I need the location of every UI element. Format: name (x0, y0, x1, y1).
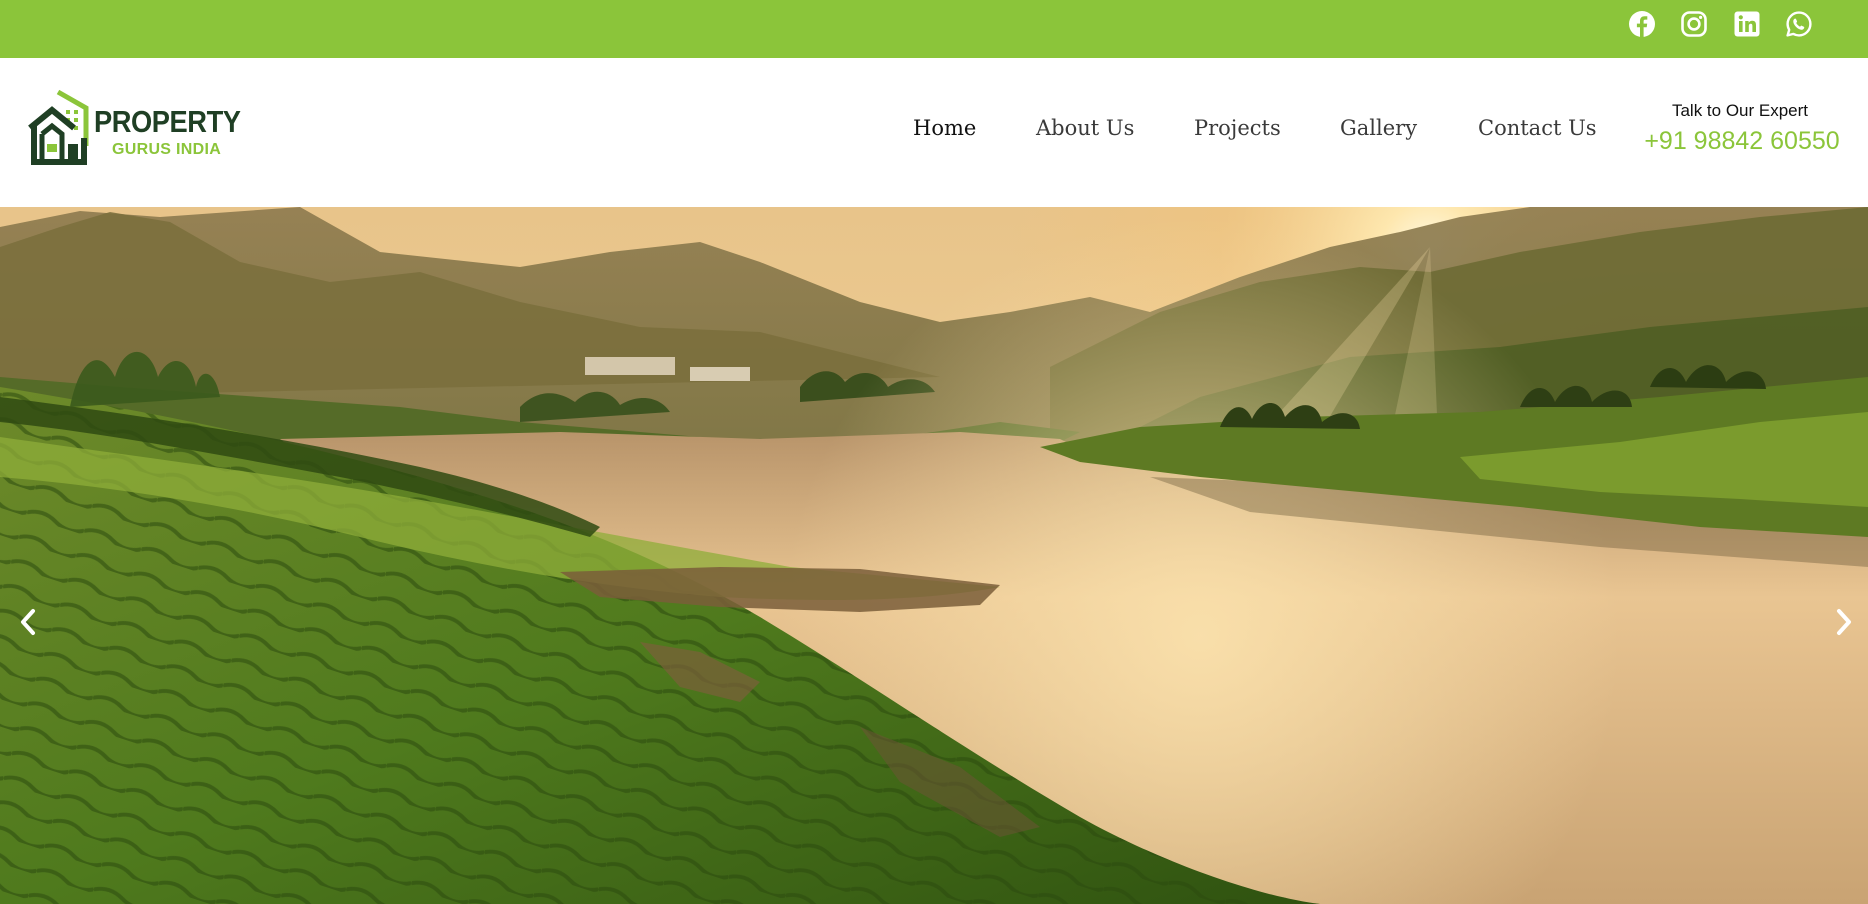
expert-label: Talk to Our Expert (1671, 101, 1809, 120)
slider-prev-button[interactable] (8, 602, 48, 642)
hero-image (0, 207, 1868, 904)
logo-text-line2: GURUS INDIA (112, 141, 222, 158)
whatsapp-icon[interactable] (1785, 10, 1813, 38)
nav-projects[interactable]: Projects (1194, 110, 1281, 146)
expert-phone-link[interactable]: +91 98842 60550 (1608, 127, 1868, 156)
hero-slider (0, 207, 1868, 904)
slider-next-button[interactable] (1824, 602, 1864, 642)
nav-home[interactable]: Home (913, 110, 976, 146)
facebook-icon[interactable] (1628, 10, 1656, 38)
nav-about-us[interactable]: About Us (1036, 110, 1134, 146)
instagram-icon[interactable] (1680, 10, 1708, 38)
chevron-left-icon (21, 609, 35, 635)
header: PROPERTY GURUS INDIA Home About Us Proje… (0, 58, 1868, 207)
logo-text-line1: PROPERTY (94, 104, 241, 139)
site-logo[interactable]: PROPERTY GURUS INDIA (28, 86, 241, 168)
nav-gallery[interactable]: Gallery (1340, 110, 1417, 146)
logo-house-icon (28, 89, 89, 165)
linkedin-icon[interactable] (1733, 10, 1761, 38)
chevron-right-icon (1837, 609, 1851, 635)
nav-contact-us[interactable]: Contact Us (1478, 110, 1597, 146)
top-bar (0, 0, 1868, 58)
